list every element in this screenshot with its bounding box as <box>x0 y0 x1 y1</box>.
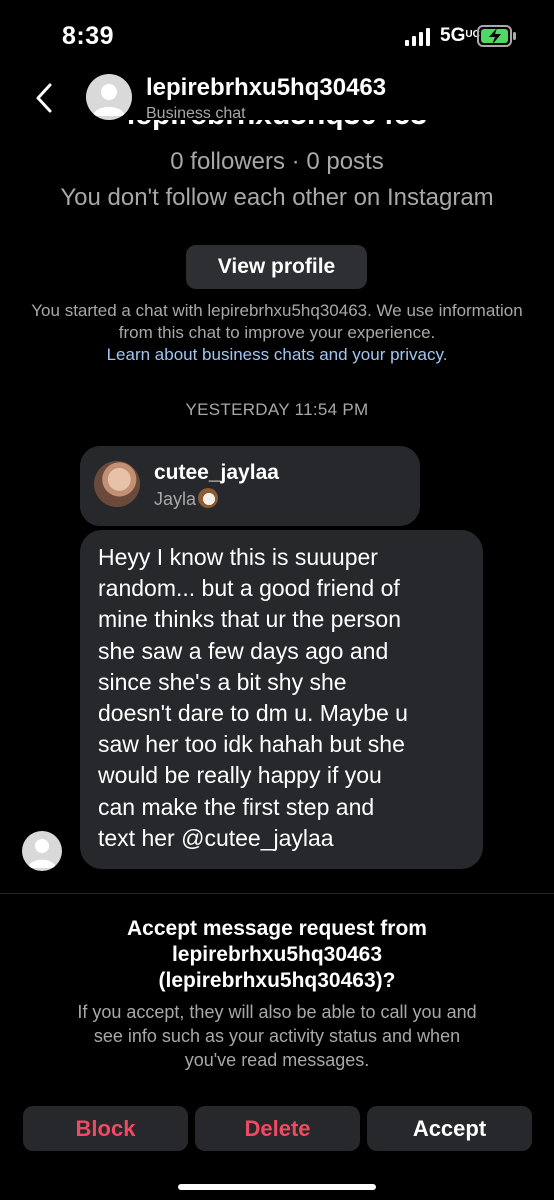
status-bar: 8:39 5GUC <box>0 0 554 70</box>
header-username[interactable]: lepirebrhxu5hq30463 <box>146 74 386 102</box>
signal-icon <box>405 28 430 46</box>
view-profile-button[interactable]: View profile <box>186 245 367 289</box>
back-arrow-icon[interactable] <box>30 80 60 116</box>
message-timestamp: YESTERDAY 11:54 PM <box>185 400 369 419</box>
profile-stats: 0 followers · 0 posts <box>170 148 384 175</box>
delete-button[interactable]: Delete <box>195 1106 360 1151</box>
follow-status: You don't follow each other on Instagram <box>60 184 494 211</box>
default-avatar-icon <box>93 84 125 116</box>
request-description: If you accept, they will also be able to… <box>77 1002 477 1070</box>
block-button[interactable]: Block <box>23 1106 188 1151</box>
business-chat-notice: You started a chat with lepirebrhxu5hq30… <box>31 301 523 364</box>
battery-charging-icon <box>477 25 516 47</box>
chat-header: lepirebrhxu5hq30463 Business chat <box>0 62 554 126</box>
network-indicator: 5GUC <box>440 25 480 46</box>
divider <box>0 893 554 894</box>
privacy-link[interactable]: Learn about business chats and your priv… <box>107 345 443 364</box>
coconut-emoji-icon <box>198 488 219 508</box>
request-title: Accept message request from lepirebrhxu5… <box>127 917 427 992</box>
dm-request-screen: 8:39 5GUC lepirebrhxu5hq30463 Business c… <box>0 0 554 1200</box>
header-avatar[interactable] <box>86 74 132 120</box>
default-avatar-icon <box>28 839 56 868</box>
status-time: 8:39 <box>62 22 115 50</box>
message-text: Heyy I know this is suuuper random... bu… <box>98 544 408 851</box>
home-indicator[interactable] <box>178 1184 376 1190</box>
sender-avatar[interactable] <box>22 831 62 871</box>
accept-button[interactable]: Accept <box>367 1106 532 1151</box>
shared-profile-card[interactable]: cutee_jaylaa Jayla <box>80 446 420 526</box>
shared-profile-name: Jayla <box>154 488 219 510</box>
message-bubble[interactable]: Heyy I know this is suuuper random... bu… <box>80 530 483 869</box>
shared-profile-avatar <box>94 461 140 507</box>
profile-username-cut: lepirebrhxu5hq30463 <box>0 120 554 134</box>
shared-profile-username: cutee_jaylaa <box>154 461 279 484</box>
